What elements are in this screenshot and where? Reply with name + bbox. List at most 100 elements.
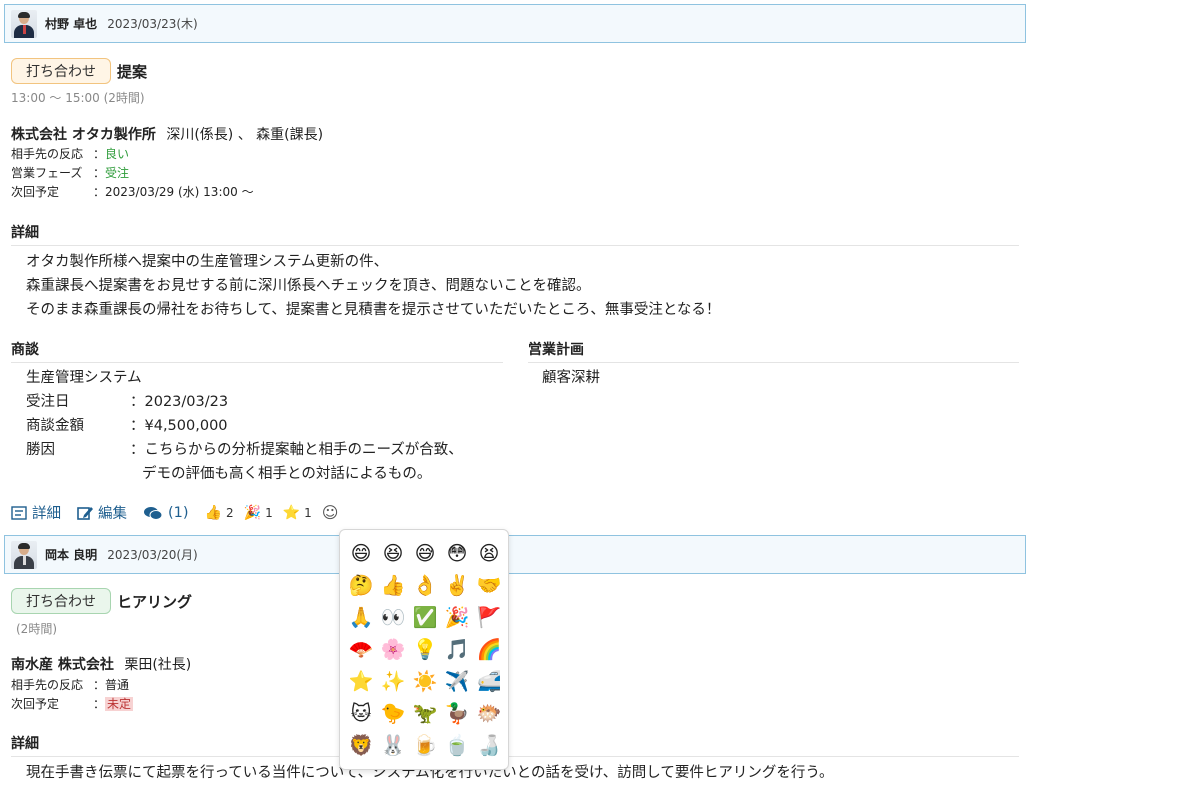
thinking-face-icon[interactable]: 🤔 [345, 569, 377, 601]
company-name[interactable]: 株式会社 オタカ製作所 [11, 127, 156, 143]
tired-face-icon[interactable]: 😫 [473, 537, 505, 569]
sun-icon[interactable]: ☀️ [409, 665, 441, 697]
deal-value: ：2023/03/23 [130, 394, 229, 410]
add-reaction-smiley-icon[interactable]: ☺ [322, 503, 339, 522]
handshake-icon[interactable]: 🤝 [473, 569, 505, 601]
victory-hand-icon[interactable]: ✌️ [441, 569, 473, 601]
avatar[interactable] [11, 540, 37, 569]
deal-value: ：こちらからの分析提案軸と相手のニーズが合致、 [130, 442, 463, 458]
duck-icon[interactable]: 🦆 [441, 697, 473, 729]
airplane-icon[interactable]: ✈️ [441, 665, 473, 697]
time-range: (2時間) [16, 622, 57, 636]
light-bulb-icon[interactable]: 💡 [409, 633, 441, 665]
next-label: 次回予定 [11, 185, 60, 199]
music-note-icon[interactable]: 🎵 [441, 633, 473, 665]
detail-heading: 詳細 [11, 733, 1019, 757]
report-title: 提案 [117, 62, 148, 81]
beer-mug-icon[interactable]: 🍺 [409, 729, 441, 761]
check-mark-icon[interactable]: ✅ [409, 601, 441, 633]
reaction-thumbs-up[interactable]: 👍 2 [205, 505, 234, 521]
emoji-picker: 😄 😆 😅 😳 😫 🤔 👍 👌 ✌️ 🤝 🙏 👀 ✅ 🎉 🚩 🪭 🌸 💡 🎵 🌈… [339, 529, 509, 770]
party-popper-icon: 🎉 [243, 504, 262, 521]
contact-names: 深川(係長) 、 森重(課長) [166, 127, 324, 143]
deal-key: 商談金額 [26, 418, 84, 434]
deal-value-cont: デモの評価も高く相手との対話によるもの。 [142, 466, 432, 482]
user-name[interactable]: 村野 卓也 [45, 15, 97, 32]
detail-icon [11, 505, 27, 520]
detail-link-label: 詳細 [32, 506, 61, 522]
time-range: 13:00 ～ 15:00 (2時間) [11, 91, 145, 105]
sweat-smile-icon[interactable]: 😅 [409, 537, 441, 569]
action-bar: 詳細 編集 (1) 👍 2 🎉 1 ⭐ 1 ☺ [11, 502, 338, 523]
plan-value: 顧客深耕 [542, 370, 600, 386]
deal-key: 受注日 [26, 394, 70, 410]
rainbow-icon[interactable]: 🌈 [473, 633, 505, 665]
deal-key: 勝因 [26, 442, 55, 458]
reaction-star[interactable]: ⭐ 1 [283, 505, 312, 521]
report-header: 村野 卓也 2023/03/23(木) [4, 4, 1026, 43]
detail-text: オタカ製作所様へ提案中の生産管理システム更新の件、 森重課長へ提案書をお見せする… [26, 250, 720, 322]
flushed-face-icon[interactable]: 😳 [441, 537, 473, 569]
reaction-label: 相手先の反応 [11, 678, 84, 692]
lion-face-icon[interactable]: 🦁 [345, 729, 377, 761]
reaction-party[interactable]: 🎉 1 [244, 505, 273, 521]
report-date: 2023/03/20(月) [107, 548, 198, 562]
eyes-icon[interactable]: 👀 [377, 601, 409, 633]
reaction-value: 良い [105, 147, 130, 161]
meta-list: 相手先の反応 ：普通 次回予定：未定 [11, 676, 134, 714]
laughing-face-icon[interactable]: 😆 [377, 537, 409, 569]
reaction-count: 1 [265, 505, 273, 520]
detail-heading: 詳細 [11, 222, 1019, 246]
star-icon: ⭐ [282, 504, 301, 521]
blowfish-icon[interactable]: 🐡 [473, 697, 505, 729]
thumbs-up-icon[interactable]: 👍 [377, 569, 409, 601]
phase-value: 受注 [105, 166, 130, 180]
comments-link[interactable]: (1) [143, 505, 189, 521]
star-icon[interactable]: ⭐ [345, 665, 377, 697]
deal-info: 生産管理システム 受注日 ：2023/03/23 商談金額 ：¥4,500,000 … [26, 366, 463, 486]
report-date: 2023/03/23(木) [107, 17, 198, 31]
bowing-person-icon[interactable]: 🙏 [345, 601, 377, 633]
report-header: 岡本 良明 2023/03/20(月) [4, 535, 1026, 574]
activity-type-tag: 打ち合わせ [11, 588, 111, 614]
flag-icon[interactable]: 🚩 [473, 601, 505, 633]
phase-label: 営業フェーズ [11, 166, 83, 180]
edit-link-label: 編集 [98, 506, 127, 522]
thumbs-up-icon: 👍 [204, 504, 222, 521]
sparkles-icon[interactable]: ✨ [377, 665, 409, 697]
folding-fan-icon[interactable]: 🪭 [345, 633, 377, 665]
chick-icon[interactable]: 🐤 [377, 697, 409, 729]
dinosaur-icon[interactable]: 🦖 [409, 697, 441, 729]
report-title: ヒアリング [117, 592, 193, 611]
plan-heading: 営業計画 [528, 339, 1019, 363]
detail-line: そのまま森重課長の帰社をお待ちして、提案書と見積書を提示させていただいたところ、… [26, 302, 721, 318]
user-name[interactable]: 岡本 良明 [45, 546, 97, 563]
report-card: 村野 卓也 2023/03/23(木) 打ち合わせ 提案 13:00 ～ 15:… [4, 4, 1026, 522]
contact-names: 栗田(社長) [124, 657, 192, 673]
party-popper-icon[interactable]: 🎉 [441, 601, 473, 633]
company-line: 株式会社 オタカ製作所 深川(係長) 、 森重(課長) [11, 124, 323, 144]
deal-name[interactable]: 生産管理システム [26, 366, 463, 390]
comments-icon [144, 506, 163, 520]
cherry-blossom-icon[interactable]: 🌸 [377, 633, 409, 665]
avatar[interactable] [11, 9, 37, 38]
meta-list: 相手先の反応 ：良い 営業フェーズ ：受注 次回予定 ：2023/03/29 (水) … [11, 145, 254, 202]
deal-value: ：¥4,500,000 [130, 418, 228, 434]
ok-hand-icon[interactable]: 👌 [409, 569, 441, 601]
detail-link[interactable]: 詳細 [11, 502, 61, 523]
bullet-train-icon[interactable]: 🚅 [473, 665, 505, 697]
report-card: 岡本 良明 2023/03/20(月) 打ち合わせ ヒアリング (2時間) 南水… [4, 535, 1026, 781]
activity-type-tag: 打ち合わせ [11, 58, 111, 84]
grinning-face-icon[interactable]: 😄 [345, 537, 377, 569]
rabbit-face-icon[interactable]: 🐰 [377, 729, 409, 761]
detail-line: オタカ製作所様へ提案中の生産管理システム更新の件、 [26, 254, 389, 270]
tea-cup-icon[interactable]: 🍵 [441, 729, 473, 761]
edit-link[interactable]: 編集 [77, 502, 127, 523]
company-name[interactable]: 南水産 株式会社 [11, 657, 114, 673]
cat-face-icon[interactable]: 🐱 [345, 697, 377, 729]
reaction-label: 相手先の反応 [11, 147, 84, 161]
deal-heading: 商談 [11, 339, 503, 363]
reaction-value: 普通 [105, 678, 130, 692]
reaction-count: 1 [304, 505, 312, 520]
sake-bottle-icon[interactable]: 🍶 [473, 729, 505, 761]
